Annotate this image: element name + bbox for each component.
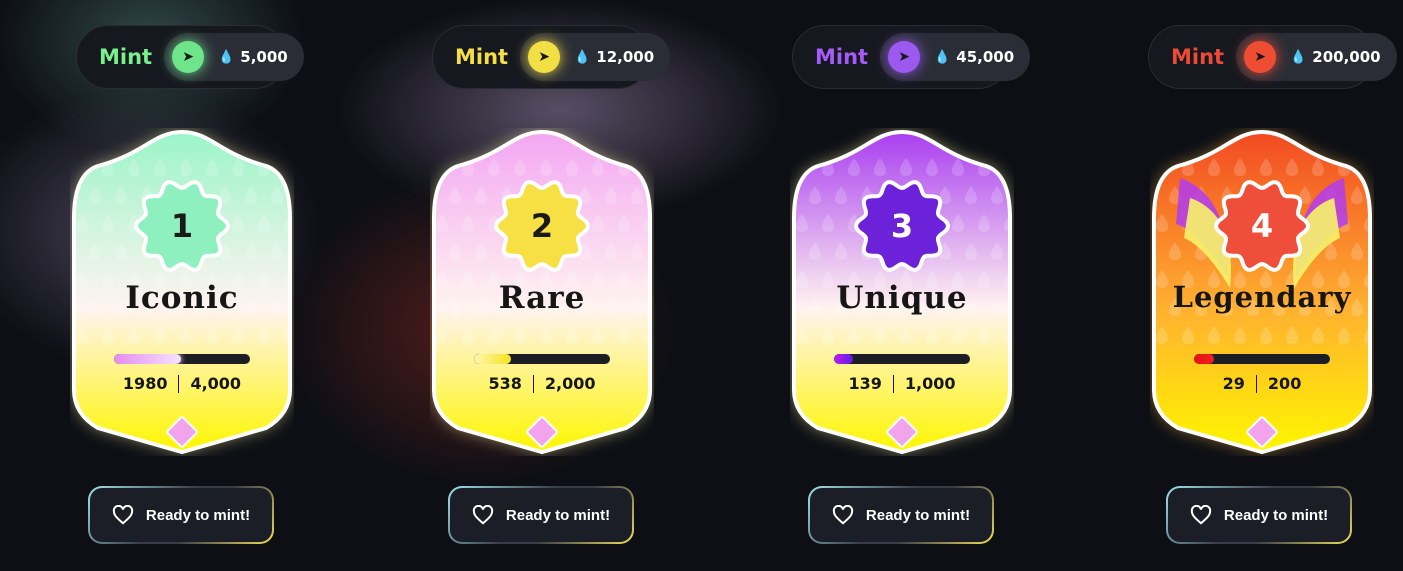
tier-badge: 3	[852, 176, 952, 276]
minted-count: 538	[488, 374, 522, 393]
mint-label: Mint	[99, 45, 153, 69]
mint-price: 200,000	[1312, 48, 1381, 66]
supply-count: 4,000	[190, 374, 242, 393]
heart-icon	[1190, 505, 1212, 525]
tier-card[interactable]: 2 Rare 538 2,000	[430, 128, 654, 456]
ready-to-mint-label: Ready to mint!	[505, 506, 611, 524]
divider	[892, 374, 894, 393]
tier-number: 2	[530, 207, 554, 245]
divider	[532, 374, 534, 393]
droplet-icon: 💧	[574, 49, 591, 65]
mint-price-bar[interactable]: Mint ➤ 💧 45,000	[792, 25, 1031, 89]
ready-to-mint-label: Ready to mint!	[865, 506, 971, 524]
mint-arrow-icon: ➤	[528, 41, 561, 73]
divider	[178, 374, 180, 393]
mint-counts: 139 1,000	[790, 374, 1014, 393]
tier-card[interactable]: 1 Iconic 1980 4,000	[70, 128, 294, 456]
ready-to-mint-button[interactable]: Ready to mint!	[1166, 486, 1352, 544]
mint-price-bar[interactable]: Mint ➤ 💧 5,000	[76, 25, 304, 89]
mint-price: 45,000	[956, 48, 1015, 66]
tier-badge: 2	[492, 176, 592, 276]
supply-count: 2,000	[544, 374, 596, 393]
price-pill: ➤ 💧 45,000	[880, 33, 1031, 81]
mint-progress-bar	[474, 354, 610, 364]
ready-to-mint-button[interactable]: Ready to mint!	[448, 486, 634, 544]
tier-badge: 4	[1212, 176, 1312, 276]
mint-arrow-icon: ➤	[1244, 41, 1277, 73]
tier-name: Unique	[836, 280, 968, 316]
tier-number: 4	[1250, 207, 1274, 245]
mint-progress-bar	[114, 354, 250, 364]
droplet-icon: 💧	[1290, 49, 1307, 65]
mint-progress-fill	[114, 354, 182, 364]
mint-price: 5,000	[240, 48, 288, 66]
supply-count: 1,000	[904, 374, 956, 393]
mint-counts: 538 2,000	[430, 374, 654, 393]
droplet-icon: 💧	[218, 49, 235, 65]
mint-price-bar[interactable]: Mint ➤ 💧 200,000	[1148, 25, 1397, 89]
droplet-icon: 💧	[934, 49, 951, 65]
mint-progress-fill	[1194, 354, 1214, 364]
tier-name: Rare	[498, 280, 586, 316]
mint-arrow-icon: ➤	[172, 41, 205, 73]
mint-label: Mint	[815, 45, 869, 69]
heart-icon	[472, 505, 494, 525]
mint-label: Mint	[1171, 45, 1225, 69]
minted-count: 1980	[122, 374, 168, 393]
tier-badge: 1	[132, 176, 232, 276]
price-pill: ➤ 💧 12,000	[520, 33, 671, 81]
tier-name: Legendary	[1172, 280, 1352, 314]
minted-count: 139	[848, 374, 882, 393]
divider	[1255, 374, 1257, 393]
mint-arrow-icon: ➤	[888, 41, 921, 73]
mint-progress-fill	[474, 354, 511, 364]
mint-progress-bar	[1194, 354, 1330, 364]
tier-column-iconic: Mint ➤ 💧 5,000 1 Iconic 1980 4,000 Ready…	[72, 0, 372, 571]
mint-price-bar[interactable]: Mint ➤ 💧 12,000	[432, 25, 671, 89]
mint-progress-bar	[834, 354, 970, 364]
mint-label: Mint	[455, 45, 509, 69]
tier-card[interactable]: 4 Legendary 29 200	[1150, 128, 1374, 456]
price-pill: ➤ 💧 5,000	[164, 33, 304, 81]
mint-progress-fill	[834, 354, 853, 364]
tier-number: 3	[890, 207, 914, 245]
ready-to-mint-label: Ready to mint!	[145, 506, 251, 524]
ready-to-mint-button[interactable]: Ready to mint!	[808, 486, 994, 544]
tier-number: 1	[170, 207, 194, 245]
tier-column-unique: Mint ➤ 💧 45,000 3 Unique 139 1,000 Ready…	[792, 0, 1092, 571]
ready-to-mint-button[interactable]: Ready to mint!	[88, 486, 274, 544]
mint-counts: 1980 4,000	[70, 374, 294, 393]
price-pill: ➤ 💧 200,000	[1236, 33, 1397, 81]
ready-to-mint-label: Ready to mint!	[1223, 506, 1329, 524]
tier-card[interactable]: 3 Unique 139 1,000	[790, 128, 1014, 456]
mint-price: 12,000	[596, 48, 655, 66]
tier-column-rare: Mint ➤ 💧 12,000 2 Rare 538 2,000 Ready t…	[432, 0, 732, 571]
mint-counts: 29 200	[1150, 374, 1374, 393]
heart-icon	[832, 505, 854, 525]
heart-icon	[112, 505, 134, 525]
supply-count: 200	[1267, 374, 1302, 393]
tier-column-legendary: Mint ➤ 💧 200,000 4 Legendary 29 200 Read…	[1148, 0, 1403, 571]
tier-name: Iconic	[125, 280, 239, 316]
minted-count: 29	[1222, 374, 1245, 393]
